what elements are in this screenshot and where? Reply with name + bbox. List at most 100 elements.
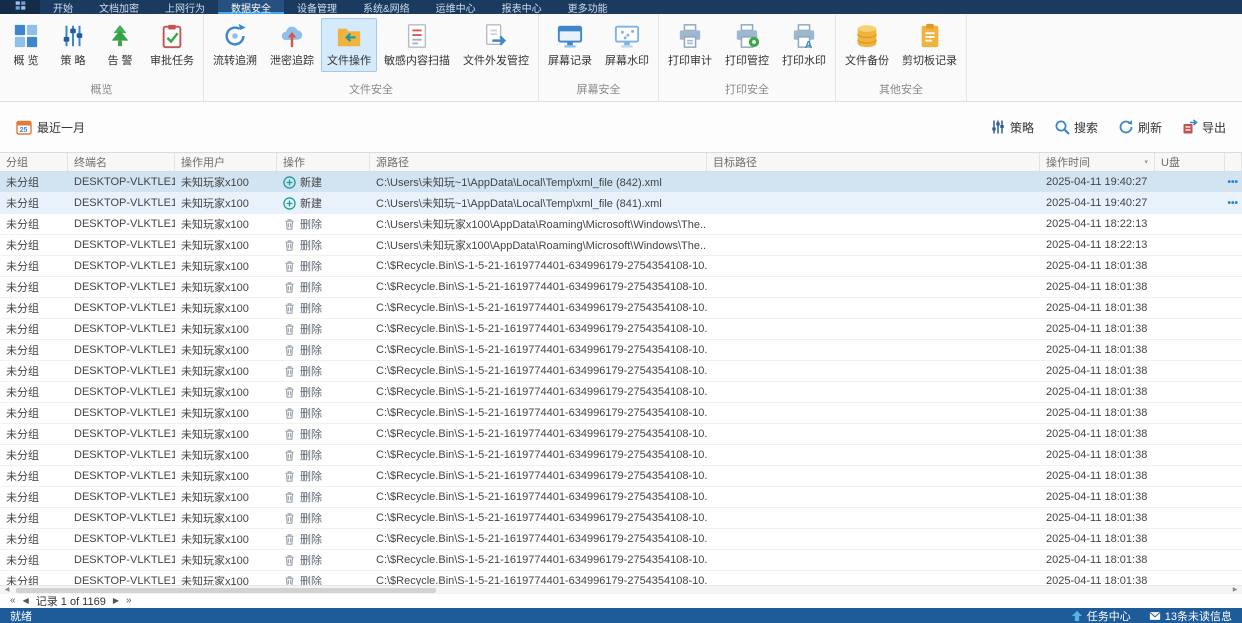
table-row[interactable]: 未分组 DESKTOP-VLKTLE1 未知玩家x100 删除 C:\$Recycle.… [0,340,1242,361]
horizontal-scrollbar[interactable] [0,585,1242,594]
ribbon-tool-print-control[interactable]: 打印管控 [719,18,775,72]
table-row[interactable]: 未分组 DESKTOP-VLKTLE1 未知玩家x100 删除 C:\$Recycle.… [0,571,1242,585]
table-row[interactable]: 未分组 DESKTOP-VLKTLE1 未知玩家x100 删除 C:\Users\未知玩… [0,235,1242,256]
prev-page-button[interactable] [23,594,29,608]
table-row[interactable]: 未分组 DESKTOP-VLKTLE1 未知玩家x100 删除 C:\$Recycle.… [0,550,1242,571]
operation-label: 删除 [300,534,322,546]
filter-dropdown-icon[interactable]: ▾ [1144,158,1148,166]
ribbon-tool-clipboard-record[interactable]: 剪切板记录 [896,18,963,72]
ribbon-tool-leak-track[interactable]: 泄密追踪 [264,18,320,72]
scroll-left-icon[interactable] [0,586,14,594]
status-item-label: 任务中心 [1086,610,1131,623]
filter-action-refresh[interactable]: 刷新 [1118,119,1162,136]
table-row[interactable]: 未分组 DESKTOP-VLKTLE1 未知玩家x100 删除 C:\$Recycle.… [0,403,1242,424]
ribbon-tool-label: 打印审计 [668,55,712,67]
operation-label: 删除 [300,345,322,357]
status-item-task-center[interactable]: 任务中心 [1071,608,1131,623]
ribbon-tool-screen-watermark[interactable]: 屏幕水印 [599,18,655,72]
cell-source-path: C:\$Recycle.Bin\S-1-5-21-1619774401-6349… [376,491,707,503]
cell-usb [1155,256,1225,276]
menubar-item[interactable]: 开始 [40,0,86,15]
ribbon-tool-file-outgoing[interactable]: 文件外发管控 [457,18,535,72]
table-row[interactable]: 未分组 DESKTOP-VLKTLE1 未知玩家x100 删除 C:\$Recycle.… [0,445,1242,466]
cell-terminal: DESKTOP-VLKTLE1 [74,512,175,524]
row-menu-button [1225,382,1242,402]
column-header[interactable]: 操作时间 ▾ [1040,153,1155,171]
ribbon-tool-alert-tree[interactable]: 告 警 [97,18,143,72]
menubar-item[interactable]: 上网行为 [152,0,218,15]
ribbon-tool-policy-sliders[interactable]: 策 略 [50,18,96,72]
column-header[interactable]: 源路径 [370,153,707,171]
table-row[interactable]: 未分组 DESKTOP-VLKTLE1 未知玩家x100 删除 C:\Users\未知玩… [0,214,1242,235]
table-row[interactable]: 未分组 DESKTOP-VLKTLE1 未知玩家x100 删除 C:\$Recycle.… [0,256,1242,277]
table-row[interactable]: 未分组 DESKTOP-VLKTLE1 未知玩家x100 删除 C:\$Recycle.… [0,466,1242,487]
ribbon-tool-sensitive-scan[interactable]: 敏感内容扫描 [378,18,456,72]
column-header[interactable] [1225,153,1242,171]
table-row[interactable]: 未分组 DESKTOP-VLKTLE1 未知玩家x100 删除 C:\$Recycle.… [0,319,1242,340]
ribbon-tool-flow-trace[interactable]: 流转追溯 [207,18,263,72]
cell-terminal: DESKTOP-VLKTLE1 [74,491,175,503]
table-row[interactable]: 未分组 DESKTOP-VLKTLE1 未知玩家x100 删除 C:\$Recycle.… [0,487,1242,508]
operation-label: 删除 [300,471,322,483]
column-header[interactable]: 终端名 [68,153,175,171]
cell-time: 2025-04-11 18:01:38 [1046,302,1148,314]
ribbon-tool-overview-grid[interactable]: 概 览 [3,18,49,72]
menubar-item[interactable]: 运维中心 [423,0,489,15]
ribbon-tool-print-audit[interactable]: 打印审计 [662,18,718,72]
menubar-item[interactable]: 数据安全 [218,0,284,15]
menubar-item[interactable]: 报表中心 [489,0,555,15]
app-menu-button[interactable] [0,0,40,14]
table-row[interactable]: 未分组 DESKTOP-VLKTLE1 未知玩家x100 删除 C:\$Recycle.… [0,361,1242,382]
record-count-label: 记录 1 of 1169 [35,596,106,608]
menubar-item[interactable]: 系统&网络 [350,0,423,15]
table-row[interactable]: 未分组 DESKTOP-VLKTLE1 未知玩家x100 新建 C:\Users\未知玩… [0,172,1242,193]
row-menu-button [1225,487,1242,507]
table-row[interactable]: 未分组 DESKTOP-VLKTLE1 未知玩家x100 删除 C:\$Recycle.… [0,277,1242,298]
table-row[interactable]: 未分组 DESKTOP-VLKTLE1 未知玩家x100 删除 C:\$Recycle.… [0,424,1242,445]
ribbon-tool-file-backup[interactable]: 文件备份 [839,18,895,72]
table-row[interactable]: 未分组 DESKTOP-VLKTLE1 未知玩家x100 删除 C:\$Recycle.… [0,529,1242,550]
table-row[interactable]: 未分组 DESKTOP-VLKTLE1 未知玩家x100 删除 C:\$Recycle.… [0,508,1242,529]
cell-usb [1155,487,1225,507]
row-menu-button[interactable]: ••• [1225,193,1242,213]
table-row[interactable]: 未分组 DESKTOP-VLKTLE1 未知玩家x100 新建 C:\Users\未知玩… [0,193,1242,214]
ribbon-tool-file-operation[interactable]: 文件操作 [321,18,377,72]
ribbon-tool-approval-clipboard[interactable]: 审批任务 [144,18,200,72]
cell-time: 2025-04-11 18:01:38 [1046,260,1148,272]
cell-operation: 删除 [277,445,370,465]
next-page-button[interactable] [113,594,119,608]
cell-terminal: DESKTOP-VLKTLE1 [74,197,175,209]
cell-user: 未知玩家x100 [181,513,249,525]
menubar-item[interactable]: 设备管理 [284,0,350,15]
cell-source-path: C:\Users\未知玩~1\AppData\Local\Temp\xml_fi… [376,198,662,210]
ribbon-tool-screen-record[interactable]: 屏幕记录 [542,18,598,72]
menubar-item[interactable]: 文档加密 [86,0,152,15]
last-page-button[interactable] [126,594,132,608]
cell-group: 未分组 [6,555,39,567]
print-audit-icon [677,23,703,49]
date-range-button[interactable]: 25 最近一月 [16,119,85,136]
ribbon-tool-print-watermark[interactable]: A 打印水印 [776,18,832,72]
scroll-right-icon[interactable] [1228,586,1242,594]
scrollbar-track[interactable] [14,587,1228,594]
menubar-item[interactable]: 更多功能 [555,0,621,15]
first-page-button[interactable] [10,594,16,608]
filter-action-policy-small[interactable]: 策略 [990,119,1034,136]
cell-target-path [707,319,1040,339]
scrollbar-thumb[interactable] [16,587,436,593]
column-header[interactable]: 目标路径 [707,153,1040,171]
filter-action-export[interactable]: 导出 [1182,119,1226,136]
status-item-mail[interactable]: 13条未读信息 [1149,608,1232,623]
cell-source-path: C:\$Recycle.Bin\S-1-5-21-1619774401-6349… [376,386,707,398]
column-header[interactable]: 操作 [277,153,370,171]
row-menu-button[interactable]: ••• [1225,172,1242,192]
cell-terminal: DESKTOP-VLKTLE1 [74,365,175,377]
column-header[interactable]: U盘 [1155,153,1225,171]
table-row[interactable]: 未分组 DESKTOP-VLKTLE1 未知玩家x100 删除 C:\$Recycle.… [0,298,1242,319]
cell-target-path [707,382,1040,402]
table-row[interactable]: 未分组 DESKTOP-VLKTLE1 未知玩家x100 删除 C:\$Recycle.… [0,382,1242,403]
filter-action-search[interactable]: 搜索 [1054,119,1098,136]
column-header[interactable]: 操作用户 [175,153,277,171]
column-header[interactable]: 分组 [0,153,68,171]
ribbon-tool-label: 屏幕记录 [548,55,592,67]
